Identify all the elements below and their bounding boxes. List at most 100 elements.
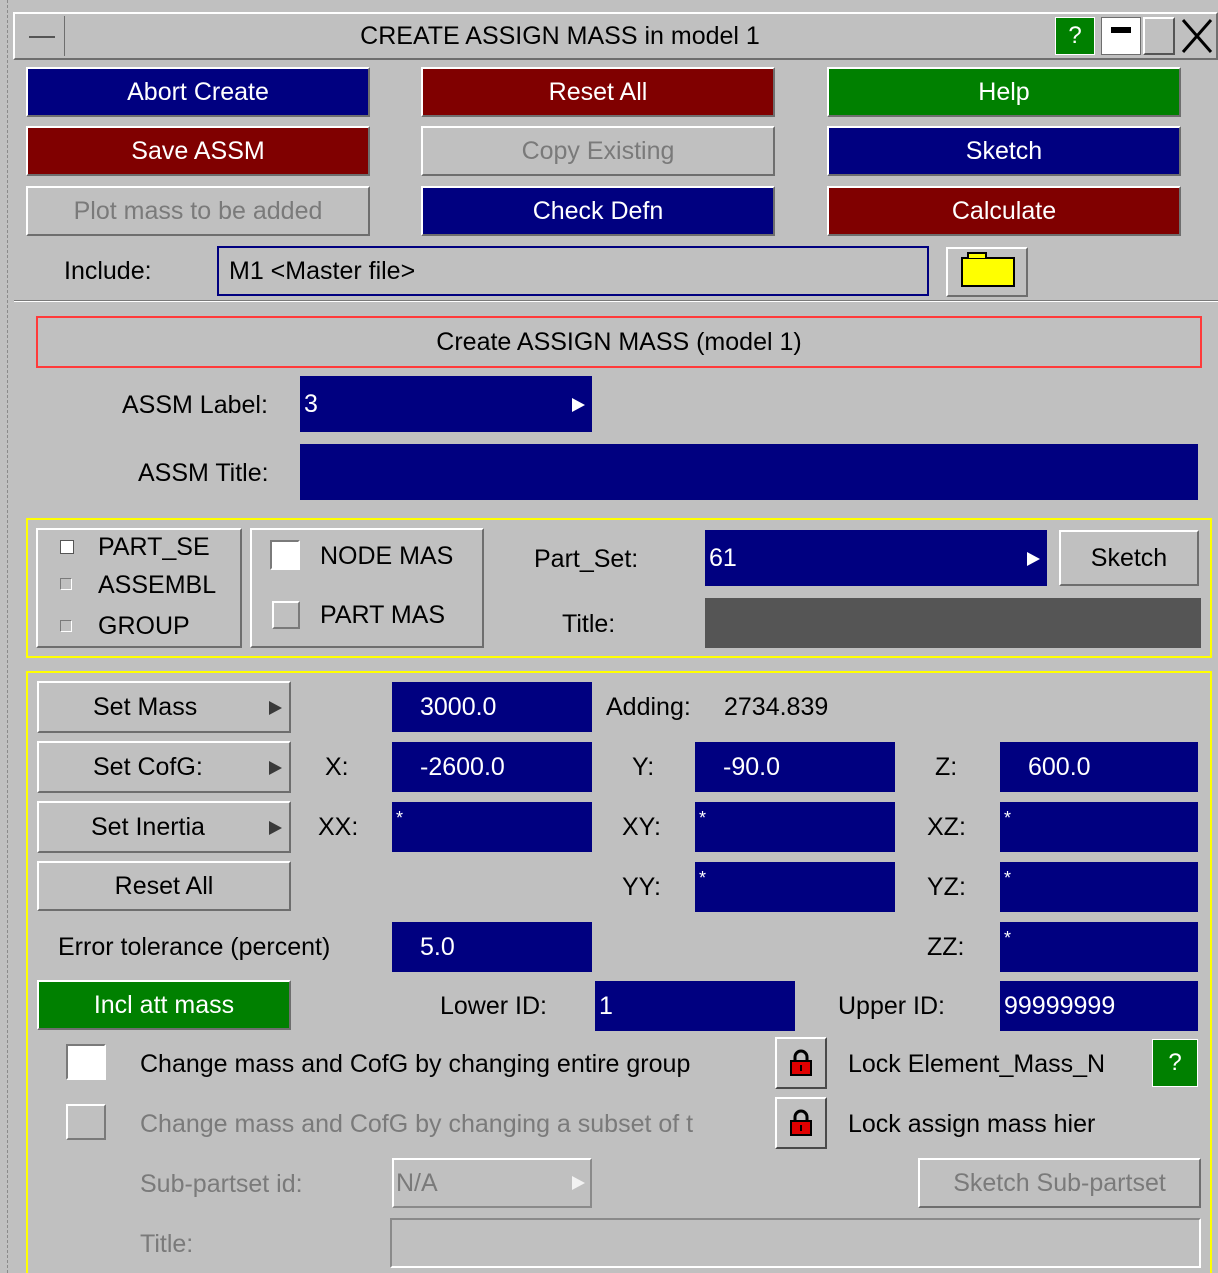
window-frame-left <box>0 0 8 1273</box>
set-mass-button[interactable]: Set Mass <box>37 681 291 733</box>
sketch-subpartset-button[interactable]: Sketch Sub-partset <box>918 1158 1201 1208</box>
folder-button[interactable] <box>946 247 1028 297</box>
subpartset-label: Sub-partset id: <box>140 1170 303 1198</box>
subpartset-title-field <box>390 1218 1201 1268</box>
upper-id-value: 99999999 <box>1004 991 1116 1020</box>
change-group-checkbox[interactable] <box>66 1044 106 1080</box>
save-assm-button[interactable]: Save ASSM <box>26 126 370 176</box>
assm-label-caption: ASSM Label: <box>122 391 268 419</box>
subpartset-field[interactable]: N/A <box>392 1158 592 1208</box>
part-se-label: PART_SE <box>98 533 210 561</box>
sketch-button[interactable]: Sketch <box>827 126 1181 176</box>
include-label: Include: <box>64 257 152 285</box>
assembl-radio[interactable] <box>60 578 72 590</box>
lock-icon <box>790 1109 812 1137</box>
popup-arrow-icon[interactable] <box>572 398 585 412</box>
z-field[interactable]: 600.0 <box>1000 742 1198 792</box>
change-group-label: Change mass and CofG by changing entire … <box>140 1050 691 1078</box>
lock-element-mass-button[interactable] <box>775 1037 827 1089</box>
x-value: -2600.0 <box>420 752 505 781</box>
popup-arrow-icon <box>269 821 282 835</box>
zz-field[interactable]: * <box>1000 922 1198 972</box>
lower-id-field[interactable]: 1 <box>595 981 795 1031</box>
xy-field[interactable]: * <box>695 802 895 852</box>
mass-field[interactable]: 3000.0 <box>392 682 592 732</box>
tolerance-label: Error tolerance (percent) <box>58 933 331 961</box>
assembl-label: ASSEMBL <box>98 571 217 599</box>
adding-label: Adding: <box>606 693 691 721</box>
part-set-value: 61 <box>709 543 737 572</box>
yy-value: * <box>699 868 707 888</box>
assm-label-value: 3 <box>304 389 318 418</box>
set-title-label: Title: <box>562 610 616 638</box>
part-set-sketch-button[interactable]: Sketch <box>1059 530 1199 586</box>
adding-value: 2734.839 <box>724 693 829 721</box>
popup-arrow-icon <box>269 761 282 775</box>
abort-create-button[interactable]: Abort Create <box>26 67 370 117</box>
reset-all-button[interactable]: Reset All <box>421 67 775 117</box>
yz-label: YZ: <box>927 873 966 901</box>
set-title-field <box>705 598 1201 648</box>
window-title: CREATE ASSIGN MASS in model 1 <box>360 22 760 50</box>
y-field[interactable]: -90.0 <box>695 742 895 792</box>
xz-label: XZ: <box>927 813 966 841</box>
node-mas-checkbox[interactable] <box>270 540 300 570</box>
popup-arrow-icon <box>572 1176 585 1190</box>
subpartset-value: N/A <box>396 1168 438 1197</box>
part-mas-checkbox[interactable] <box>272 601 300 629</box>
xz-field[interactable]: * <box>1000 802 1198 852</box>
minimize-icon[interactable] <box>1101 17 1141 55</box>
yz-field[interactable]: * <box>1000 862 1198 912</box>
lock-assign-mass-label: Lock assign mass hier <box>848 1110 1096 1138</box>
assm-title-field[interactable] <box>300 444 1198 500</box>
check-defn-button[interactable]: Check Defn <box>421 186 775 236</box>
include-value: M1 <Master file> <box>229 256 416 285</box>
lock-icon <box>790 1049 812 1077</box>
y-label: Y: <box>632 753 655 781</box>
assm-title-caption: ASSM Title: <box>138 459 269 487</box>
assm-label-field[interactable]: 3 <box>300 376 592 432</box>
yy-field[interactable]: * <box>695 862 895 912</box>
calculate-button[interactable]: Calculate <box>827 186 1181 236</box>
xy-value: * <box>699 808 707 828</box>
group-label: GROUP <box>98 612 190 640</box>
upper-id-field[interactable]: 99999999 <box>1000 981 1198 1031</box>
incl-att-mass-button[interactable]: Incl att mass <box>37 980 291 1030</box>
node-mas-label: NODE MAS <box>320 542 454 570</box>
help-icon[interactable]: ? <box>1055 17 1095 55</box>
part-set-field[interactable]: 61 <box>705 530 1047 586</box>
title-bar: CREATE ASSIGN MASS in model 1 ? <box>13 12 1218 60</box>
x-label: X: <box>325 753 349 781</box>
help-icon[interactable]: ? <box>1152 1039 1198 1087</box>
zz-label: ZZ: <box>927 933 965 961</box>
close-icon[interactable] <box>1177 14 1217 58</box>
xx-field[interactable]: * <box>392 802 592 852</box>
xy-label: XY: <box>622 813 661 841</box>
tolerance-field[interactable]: 5.0 <box>392 922 592 972</box>
reset-inertia-button[interactable]: Reset All <box>37 861 291 911</box>
subpartset-title-label: Title: <box>140 1230 194 1258</box>
lower-id-label: Lower ID: <box>440 992 547 1020</box>
set-inertia-button[interactable]: Set Inertia <box>37 801 291 853</box>
include-field[interactable]: M1 <Master file> <box>217 246 929 296</box>
change-subset-checkbox[interactable] <box>66 1104 106 1140</box>
part-mas-label: PART MAS <box>320 601 446 629</box>
restore-icon[interactable] <box>1143 17 1175 55</box>
x-field[interactable]: -2600.0 <box>392 742 592 792</box>
set-cofg-button[interactable]: Set CofG: <box>37 741 291 793</box>
part-set-label: Part_Set: <box>534 545 639 573</box>
y-value: -90.0 <box>723 752 780 781</box>
copy-existing-button[interactable]: Copy Existing <box>421 126 775 176</box>
upper-id-label: Upper ID: <box>838 992 945 1020</box>
separator <box>14 300 1218 302</box>
yz-value: * <box>1004 868 1012 888</box>
plot-mass-button[interactable]: Plot mass to be added <box>26 186 370 236</box>
zz-value: * <box>1004 928 1012 948</box>
part-se-radio[interactable] <box>60 540 74 554</box>
popup-arrow-icon[interactable] <box>1027 552 1040 566</box>
help-button[interactable]: Help <box>827 67 1181 117</box>
group-radio[interactable] <box>60 620 72 632</box>
lock-assign-mass-button[interactable] <box>775 1097 827 1149</box>
mass-value: 3000.0 <box>420 692 497 721</box>
popup-arrow-icon <box>269 701 282 715</box>
